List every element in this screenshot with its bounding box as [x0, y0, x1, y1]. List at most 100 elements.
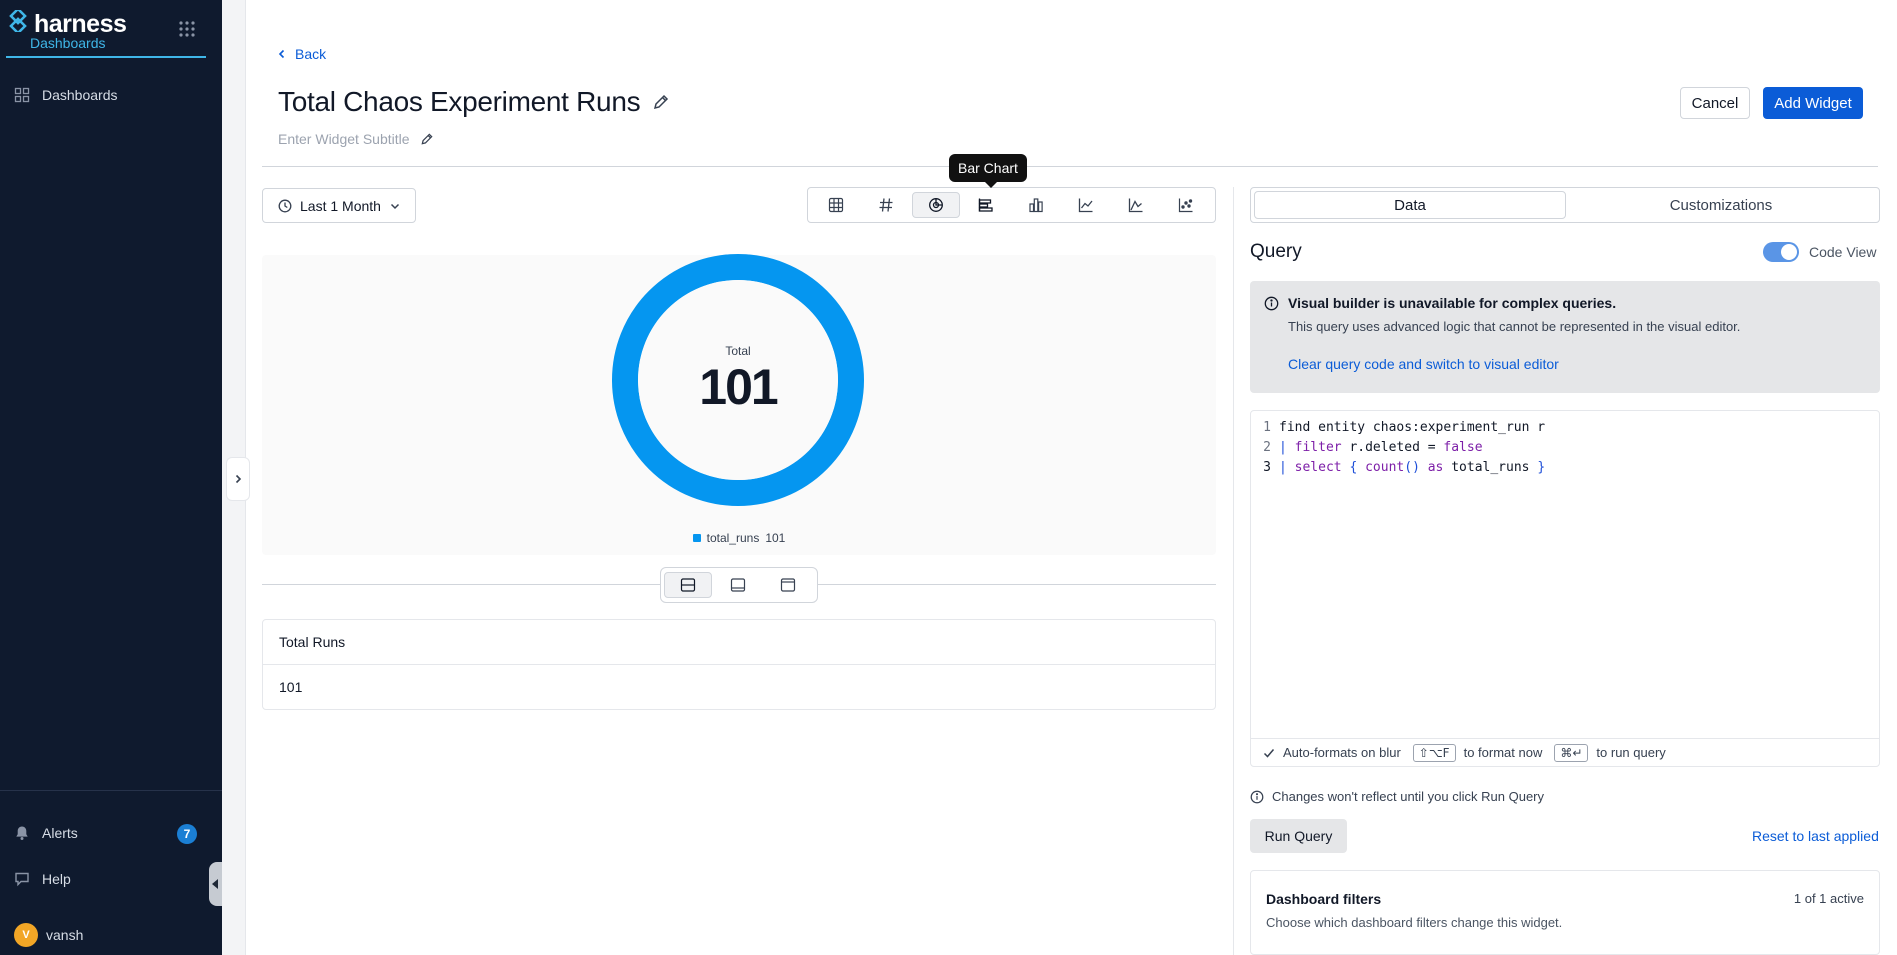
brand[interactable]: harness Dashboards [6, 6, 206, 58]
line-number: 3 [1263, 459, 1271, 475]
user-profile[interactable]: V vansh [14, 923, 83, 947]
code-token: r.deleted [1349, 439, 1420, 455]
sidebar-item-alerts[interactable]: Alerts [14, 825, 78, 841]
sidebar-item-help[interactable]: Help [14, 871, 71, 887]
code-line: 1 find entity chaos:experiment_run r [1251, 417, 1545, 437]
chevron-left-icon [278, 49, 285, 59]
chevron-down-icon [390, 203, 399, 209]
run-query-button[interactable]: Run Query [1250, 819, 1347, 853]
area-chart-icon [1128, 198, 1143, 213]
code-text: | filter r.deleted = false [1279, 440, 1483, 455]
page-title[interactable]: Total Chaos Experiment Runs [278, 86, 641, 118]
apps-grid-icon[interactable] [178, 20, 196, 38]
chart-type-table[interactable] [812, 192, 860, 218]
chart-type-scatter[interactable] [1162, 192, 1210, 218]
run-shortcut-text: to run query [1596, 745, 1666, 760]
horizontal-bar-chart-icon [978, 198, 993, 212]
layout-split-button[interactable] [664, 572, 712, 598]
subtitle-input[interactable]: Enter Widget Subtitle [278, 131, 410, 147]
dashboard-grid-icon [14, 87, 30, 103]
code-token: count [1365, 459, 1405, 475]
dashboard-filters-card[interactable]: Dashboard filters 1 of 1 active Choose w… [1250, 870, 1880, 955]
table-header: Total Runs [263, 620, 1215, 665]
changes-note: Changes won't reflect until you click Ru… [1250, 789, 1544, 804]
filters-title: Dashboard filters [1266, 891, 1382, 907]
layout-table-only-button[interactable] [764, 572, 812, 598]
code-token: false [1443, 439, 1483, 455]
tab-data[interactable]: Data [1254, 191, 1566, 219]
chevron-right-icon [235, 474, 242, 484]
back-link[interactable]: Back [277, 46, 326, 62]
code-editor[interactable]: 1 find entity chaos:experiment_run r 2 |… [1250, 410, 1880, 767]
sidebar-collapse-handle[interactable] [209, 862, 222, 906]
code-line: 3 | select { count() as total_runs } [1251, 457, 1545, 477]
alerts-count-badge: 7 [177, 824, 197, 844]
code-line: 2 | filter r.deleted = false [1251, 437, 1483, 457]
result-table: Total Runs 101 [262, 619, 1216, 710]
chart-legend: total_runs 101 [262, 531, 1216, 545]
time-range-select[interactable]: Last 1 Month [262, 188, 416, 223]
notice-description: This query uses advanced logic that cann… [1288, 319, 1741, 334]
notice-title: Visual builder is unavailable for comple… [1288, 295, 1617, 311]
run-shortcut-key: ⌘↵ [1554, 743, 1589, 762]
info-icon [1250, 790, 1264, 803]
chart-preview: Total 101 total_runs 101 [262, 254, 1216, 555]
legend-series-name: total_runs [706, 531, 760, 545]
expand-panel-button[interactable] [226, 457, 250, 501]
module-name: Dashboards [30, 35, 106, 51]
code-token: ( [1404, 459, 1413, 475]
config-tabs: Data Customizations [1250, 187, 1880, 223]
bar-chart-icon [1029, 198, 1043, 213]
code-text: find entity chaos:experiment_run r [1279, 419, 1546, 435]
switch-to-visual-editor-link[interactable]: Clear query code and switch to visual ed… [1288, 356, 1559, 372]
layout-split-icon [680, 578, 696, 592]
donut-center-value: 101 [699, 359, 778, 415]
layout-toggle [660, 567, 818, 603]
format-shortcut-key: ⇧⌥F [1412, 743, 1456, 762]
chart-type-area[interactable] [1112, 192, 1160, 218]
sidebar: harness Dashboards Dashboards Alerts 7 H… [0, 0, 222, 955]
sidebar-item-label: Dashboards [42, 87, 118, 103]
subtitle-row: Enter Widget Subtitle [278, 131, 434, 147]
autoformat-note: Auto-formats on blur [1283, 745, 1401, 760]
edit-pencil-icon[interactable] [652, 93, 670, 111]
header-divider [262, 166, 1878, 167]
chart-type-selector [807, 187, 1216, 223]
add-widget-button[interactable]: Add Widget [1763, 87, 1863, 119]
user-name: vansh [46, 927, 84, 943]
edit-pencil-icon[interactable] [420, 132, 434, 146]
pie-chart-icon [929, 198, 943, 212]
chart-type-bar[interactable] [1012, 192, 1060, 218]
code-view-toggle[interactable]: Code View [1763, 242, 1876, 262]
tab-customizations[interactable]: Customizations [1566, 191, 1876, 219]
chart-type-tooltip: Bar Chart [949, 154, 1027, 188]
chart-type-pie[interactable] [912, 192, 960, 218]
avatar: V [14, 923, 38, 947]
cancel-button[interactable]: Cancel [1680, 87, 1750, 119]
layout-table-icon [780, 578, 796, 592]
chart-type-line[interactable] [1062, 192, 1110, 218]
code-token: select [1294, 459, 1342, 475]
hash-icon [879, 198, 893, 212]
visual-builder-notice: Visual builder is unavailable for comple… [1250, 281, 1880, 393]
code-token: filter [1294, 439, 1342, 455]
layout-chart-only-button[interactable] [714, 572, 762, 598]
code-view-switch[interactable] [1763, 242, 1799, 262]
sidebar-item-dashboards[interactable]: Dashboards [14, 87, 118, 103]
legend-series-value: 101 [765, 531, 786, 545]
line-number: 1 [1263, 419, 1271, 435]
chart-type-horizontal-bar[interactable] [962, 192, 1010, 218]
panel-divider [1233, 187, 1234, 955]
chart-type-number[interactable] [862, 192, 910, 218]
time-range-value: Last 1 Month [300, 197, 381, 214]
code-token: total_runs [1451, 459, 1530, 475]
reset-to-last-applied-link[interactable]: Reset to last applied [1752, 828, 1879, 844]
sidebar-divider [0, 790, 222, 791]
query-heading: Query [1250, 241, 1302, 262]
table-cell: 101 [279, 679, 303, 695]
